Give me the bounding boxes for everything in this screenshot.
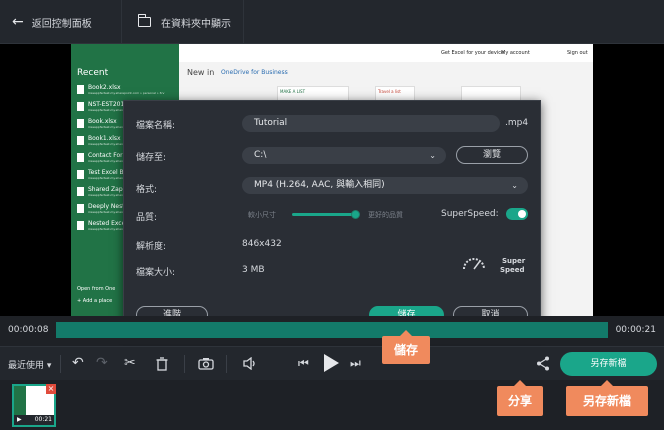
- quality-high-label: 更好的品質: [368, 211, 403, 219]
- quality-slider-knob[interactable]: [351, 210, 360, 219]
- close-icon[interactable]: ×: [46, 384, 56, 394]
- arrow-left-icon: ←: [12, 14, 24, 30]
- show-in-folder-label: 在資料夾中顯示: [161, 18, 231, 30]
- saveto-value: C:\: [254, 150, 267, 160]
- show-in-folder-button[interactable]: 在資料夾中顯示: [122, 0, 244, 44]
- divider: [226, 355, 227, 373]
- speedometer-icon: [463, 258, 485, 270]
- clip-duration-text: 00:21: [34, 416, 52, 423]
- excel-add-place: + Add a place: [77, 298, 113, 304]
- timeline-row: 00:00:08 00:00:21: [0, 316, 664, 344]
- camera-icon[interactable]: [198, 357, 214, 370]
- scissors-icon[interactable]: ✂: [124, 355, 136, 371]
- filesize-value: 3 MB: [242, 265, 265, 275]
- excel-link-signout: Sign out: [567, 50, 588, 56]
- excel-file-icon: [77, 119, 84, 128]
- recent-label: 最近使用: [8, 361, 45, 371]
- timeline-end-time: 00:00:21: [615, 325, 656, 335]
- play-icon[interactable]: [322, 353, 340, 373]
- format-label: 格式:: [136, 185, 158, 195]
- superspeed-badge-line1: Super: [502, 257, 526, 265]
- skip-back-icon[interactable]: ⏮: [298, 356, 309, 371]
- saveto-label: 儲存至:: [136, 153, 167, 163]
- excel-file-icon: [77, 85, 84, 94]
- back-label: 返回控制面板: [31, 18, 92, 30]
- clip-thumbnail-image: [14, 386, 26, 416]
- excel-onedrive: OneDrive for Business: [221, 69, 288, 76]
- excel-file-icon: [77, 170, 84, 179]
- format-select[interactable]: MP4 (H.264, AAC, 與輸入相同) ⌄: [242, 177, 528, 194]
- excel-file-icon: [77, 102, 84, 111]
- top-bar: ← 返回控制面板 在資料夾中顯示: [0, 0, 664, 44]
- excel-open-from: Open from One: [77, 286, 116, 292]
- back-to-dashboard-button[interactable]: ← 返回控制面板: [0, 0, 122, 44]
- play-small-icon: ▶: [17, 416, 22, 423]
- redo-icon[interactable]: ↷: [96, 355, 108, 371]
- filesize-label: 檔案大小:: [136, 268, 176, 278]
- excel-file-icon: [77, 221, 84, 230]
- chevron-down-icon: ⌄: [511, 181, 518, 190]
- excel-file-icon: [77, 204, 84, 213]
- excel-link-get: Get Excel for your device: [441, 50, 505, 56]
- excel-file-icon: [77, 187, 84, 196]
- volume-icon[interactable]: [242, 357, 258, 370]
- excel-top-bar: Get Excel for your device My account Sig…: [179, 44, 593, 62]
- skip-forward-icon[interactable]: ⏭: [350, 356, 361, 371]
- quality-label: 品質:: [136, 213, 158, 223]
- timeline-start-time: 00:00:08: [8, 325, 49, 335]
- chevron-down-icon: ▾: [46, 361, 52, 371]
- resolution-label: 解析度:: [136, 242, 167, 252]
- resolution-value: 846x432: [242, 239, 282, 249]
- excel-file-path: mssappfertest.my.sharepoint.com » person…: [88, 91, 165, 95]
- undo-icon[interactable]: ↶: [72, 355, 84, 371]
- filename-label: 檔案名稱:: [136, 121, 176, 131]
- browse-button[interactable]: 瀏覽: [456, 146, 528, 164]
- saveto-select[interactable]: C:\ ⌄: [242, 147, 446, 164]
- excel-new-in: New in: [187, 68, 215, 77]
- folder-icon: [137, 14, 151, 27]
- trash-icon[interactable]: [156, 357, 168, 371]
- excel-file-name: Book2.xlsx: [88, 84, 121, 91]
- divider: [184, 355, 185, 373]
- divider: [60, 355, 61, 373]
- filename-input[interactable]: Tutorial: [242, 115, 500, 132]
- quality-low-label: 較小尺寸: [248, 211, 276, 219]
- clip-thumbnail[interactable]: ▶ 00:21 ×: [12, 384, 56, 427]
- superspeed-toggle[interactable]: [506, 208, 528, 220]
- excel-recent-file: Book2.xlsx mssappfertest.my.sharepoint.co…: [77, 84, 179, 95]
- save-as-new-button[interactable]: 另存新檔: [560, 352, 657, 376]
- format-value: MP4 (H.264, AAC, 與輸入相同): [254, 180, 385, 190]
- excel-file-icon: [77, 153, 84, 162]
- share-icon[interactable]: [536, 356, 550, 371]
- superspeed-label: SuperSpeed:: [441, 209, 499, 219]
- excel-file-icon: [77, 136, 84, 145]
- callout-share: 分享: [497, 380, 543, 416]
- extension-label: .mp4: [505, 118, 529, 128]
- callout-save: 儲存: [382, 330, 430, 364]
- excel-recent-heading: Recent: [77, 68, 109, 78]
- timeline-track[interactable]: [56, 322, 608, 338]
- quality-slider[interactable]: [292, 210, 360, 219]
- superspeed-badge-line2: Speed: [500, 266, 525, 274]
- callout-save-new: 另存新檔: [566, 380, 648, 416]
- filmstrip: ▶ 00:21 ×: [0, 380, 664, 430]
- chevron-down-icon: ⌄: [429, 151, 436, 160]
- clip-duration: ▶ 00:21: [14, 415, 54, 425]
- recent-dropdown[interactable]: 最近使用 ▾: [8, 358, 51, 371]
- excel-link-account: My account: [501, 50, 530, 56]
